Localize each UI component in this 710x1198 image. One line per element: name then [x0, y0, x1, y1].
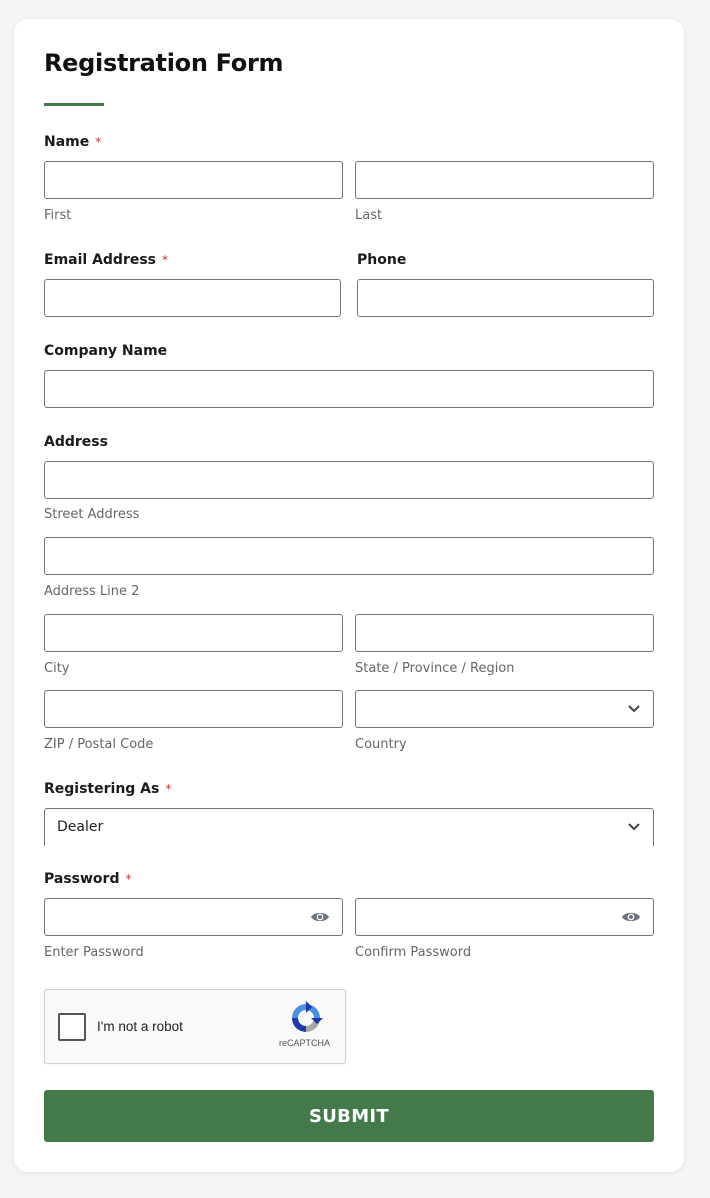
required-marker: *	[162, 253, 169, 267]
zip-input[interactable]	[44, 690, 343, 728]
registering-as-value: Dealer	[57, 819, 104, 835]
name-label-text: Name	[44, 134, 90, 150]
password-field[interactable]	[44, 898, 343, 936]
city-input[interactable]	[44, 614, 343, 652]
recaptcha-checkbox[interactable]	[58, 1013, 86, 1041]
recaptcha-label: I'm not a robot	[97, 1019, 183, 1034]
address-line2-input[interactable]	[44, 537, 654, 575]
recaptcha-brand: reCAPTCHA	[279, 1038, 331, 1048]
required-marker: *	[95, 135, 102, 149]
chevron-down-icon	[628, 823, 640, 831]
name-label: Name *	[44, 134, 101, 150]
registering-as-select[interactable]: Dealer	[44, 808, 654, 846]
registering-as-label: Registering As *	[44, 781, 171, 797]
street-address-input[interactable]	[44, 461, 654, 499]
company-label: Company Name	[44, 343, 168, 359]
eye-icon[interactable]	[621, 910, 641, 924]
country-select[interactable]	[355, 690, 654, 728]
registration-form-card: Registration Form Name * First Last Email…	[14, 19, 684, 1172]
title-underline	[44, 103, 104, 106]
form-title: Registration Form	[44, 49, 284, 77]
address-label: Address	[44, 434, 108, 450]
recaptcha-logo-icon	[292, 1001, 323, 1032]
recaptcha-widget: I'm not a robot reCAPTCHA	[44, 989, 346, 1064]
email-label-text: Email Address	[44, 252, 157, 268]
required-marker: *	[165, 782, 172, 796]
phone-label: Phone	[357, 252, 407, 268]
zip-sublabel: ZIP / Postal Code	[44, 737, 154, 752]
last-name-sublabel: Last	[355, 208, 383, 223]
first-name-sublabel: First	[44, 208, 72, 223]
last-name-input[interactable]	[355, 161, 654, 199]
city-sublabel: City	[44, 661, 70, 676]
registering-as-label-text: Registering As	[44, 781, 160, 797]
submit-button[interactable]: SUBMIT	[44, 1090, 654, 1142]
confirm-password-sublabel: Confirm Password	[355, 945, 472, 960]
required-marker: *	[125, 872, 132, 886]
address-line2-sublabel: Address Line 2	[44, 584, 140, 599]
password-label: Password *	[44, 871, 131, 887]
phone-field[interactable]	[357, 279, 654, 317]
country-sublabel: Country	[355, 737, 407, 752]
street-address-sublabel: Street Address	[44, 507, 140, 522]
eye-icon[interactable]	[310, 910, 330, 924]
email-field[interactable]	[44, 279, 341, 317]
first-name-input[interactable]	[44, 161, 343, 199]
password-label-text: Password	[44, 871, 120, 887]
email-label: Email Address *	[44, 252, 168, 268]
state-sublabel: State / Province / Region	[355, 661, 515, 676]
confirm-password-field[interactable]	[355, 898, 654, 936]
state-input[interactable]	[355, 614, 654, 652]
chevron-down-icon	[628, 705, 640, 713]
company-name-input[interactable]	[44, 370, 654, 408]
enter-password-sublabel: Enter Password	[44, 945, 144, 960]
